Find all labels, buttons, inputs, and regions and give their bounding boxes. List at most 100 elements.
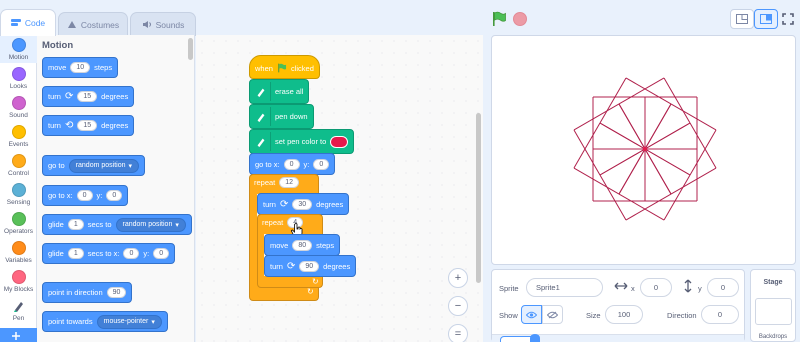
size-input[interactable]: 100 xyxy=(605,305,643,324)
pen-stroke-12 xyxy=(644,148,691,176)
sprite-dot xyxy=(643,147,647,151)
block-dropdown[interactable]: random position ▾ xyxy=(115,217,186,232)
block-text: turn xyxy=(263,199,276,209)
delete-sprite-button[interactable] xyxy=(530,334,540,342)
tab-costumes-label: Costumes xyxy=(80,19,120,30)
palette-turn-right-block[interactable]: turn ⟳ 15 degrees xyxy=(42,86,135,107)
block-text: erase all xyxy=(275,87,304,96)
category-variables[interactable]: Variables xyxy=(0,238,37,266)
block-dropdown[interactable]: mouse-pointer ▾ xyxy=(96,314,162,329)
fullscreen-button[interactable] xyxy=(778,9,798,29)
category-motion[interactable]: Motion xyxy=(0,35,37,63)
block-input[interactable]: 90 xyxy=(299,260,320,272)
palette-move-block[interactable]: move 10 steps xyxy=(42,57,119,78)
small-stage-button[interactable] xyxy=(730,9,754,29)
pen-down-block[interactable]: pen down xyxy=(249,104,314,129)
zoom-in-icon: + xyxy=(454,272,462,284)
category-control[interactable]: Control xyxy=(0,151,37,179)
when-flag-clicked-block[interactable]: when clicked xyxy=(249,55,320,79)
stop-button[interactable] xyxy=(512,11,528,27)
block-input[interactable]: 12 xyxy=(279,177,300,188)
block-input[interactable]: 10 xyxy=(70,62,91,73)
control-category-icon xyxy=(11,154,26,168)
block-text: move xyxy=(48,63,67,72)
sprite-name-input[interactable]: Sprite1 xyxy=(526,278,603,297)
move-block[interactable]: move 80 steps xyxy=(264,234,341,256)
zoom-reset-button[interactable]: = xyxy=(448,324,468,342)
block-text: secs to xyxy=(87,220,112,229)
block-text: go to xyxy=(48,161,65,170)
direction-input[interactable]: 0 xyxy=(701,305,739,324)
green-flag-button[interactable] xyxy=(491,11,507,27)
pen-stroke-18 xyxy=(599,174,627,221)
turn-block[interactable]: turn ⟳ 90 degrees xyxy=(264,255,357,277)
block-input[interactable]: 30 xyxy=(292,198,313,210)
pen-stroke-6 xyxy=(670,167,717,195)
script-area[interactable]: when clicked erase all pen down set pen … xyxy=(196,35,483,342)
pen-stroke-24 xyxy=(618,148,646,195)
show-hidden-button[interactable] xyxy=(542,305,563,324)
dropdown-arrow-icon: ▾ xyxy=(151,318,155,326)
category-sensing[interactable]: Sensing xyxy=(0,180,37,208)
category-sound[interactable]: Sound xyxy=(0,93,37,121)
palette-glide-block[interactable]: glide 1 secs to random position ▾ xyxy=(42,214,192,235)
palette-goto-xy-block[interactable]: go to x: 0 y: 0 xyxy=(42,185,129,206)
category-looks[interactable]: Looks xyxy=(0,64,37,92)
palette-point-towards-block[interactable]: point towards mouse-pointer ▾ xyxy=(42,311,168,332)
large-stage-icon xyxy=(760,14,772,24)
large-stage-button[interactable] xyxy=(754,9,778,29)
palette-point-direction-block[interactable]: point in direction 90 xyxy=(42,282,133,303)
tab-costumes[interactable]: Costumes xyxy=(58,12,128,36)
block-input[interactable]: 0 xyxy=(153,248,170,259)
block-input[interactable]: 15 xyxy=(77,120,98,131)
sprite-info-panel: Sprite Sprite1 x 0 y 0 Show Size 100 Dir… xyxy=(491,269,745,342)
block-input[interactable]: 0 xyxy=(106,190,123,201)
block-input[interactable]: 0 xyxy=(76,190,93,201)
script-scrollbar[interactable] xyxy=(476,113,481,283)
dropdown-arrow-icon: ▾ xyxy=(128,162,133,170)
pen-stroke-37 xyxy=(599,77,627,124)
block-input[interactable]: 15 xyxy=(77,91,98,102)
block-input[interactable]: 0 xyxy=(313,158,330,170)
category-operators[interactable]: Operators xyxy=(0,209,37,237)
category-label: Events xyxy=(8,141,29,148)
pen-stroke-43 xyxy=(644,122,691,150)
block-input[interactable]: 1 xyxy=(67,219,84,230)
add-extension-button[interactable] xyxy=(0,328,37,342)
zoom-out-button[interactable]: − xyxy=(448,296,468,316)
palette-glide-xy-block[interactable]: glide 1 secs to x: 0 y: 0 xyxy=(42,243,176,264)
category-events[interactable]: Events xyxy=(0,122,37,150)
show-visible-button[interactable] xyxy=(521,305,542,324)
block-input[interactable]: 0 xyxy=(283,158,300,170)
my-blocks-category-icon xyxy=(11,270,26,284)
block-dropdown[interactable]: random position ▾ xyxy=(68,158,140,173)
palette-scrollbar[interactable] xyxy=(188,38,193,60)
goto-xy-block[interactable]: go to x: 0 y: 0 xyxy=(249,153,336,175)
block-input[interactable]: 1 xyxy=(67,248,84,259)
block-text: degrees xyxy=(316,199,344,209)
pen-stroke-39 xyxy=(644,103,672,150)
stop-icon xyxy=(513,12,527,26)
y-arrows-icon xyxy=(683,279,693,295)
category-my-blocks[interactable]: My Blocks xyxy=(0,267,37,295)
erase-all-block[interactable]: erase all xyxy=(249,79,310,104)
stage-canvas[interactable] xyxy=(491,35,796,265)
block-input[interactable]: 80 xyxy=(292,239,313,251)
turn-block[interactable]: turn ⟳ 30 degrees xyxy=(257,193,350,215)
palette-turn-left-block[interactable]: turn ⟲ 15 degrees xyxy=(42,115,135,136)
pen-color-swatch[interactable] xyxy=(330,135,349,148)
sensing-category-icon xyxy=(11,183,26,197)
zoom-in-button[interactable]: + xyxy=(448,268,468,288)
stage-target-panel[interactable]: Stage Backdrops xyxy=(750,269,796,342)
tab-sounds[interactable]: Sounds xyxy=(130,12,196,36)
y-input[interactable]: 0 xyxy=(707,278,739,297)
set-pen-color-block[interactable]: set pen color to xyxy=(249,129,355,154)
pen-stroke-16 xyxy=(644,148,672,195)
block-input[interactable]: 0 xyxy=(123,248,140,259)
palette-goto-block[interactable]: go to random position ▾ xyxy=(42,155,146,176)
block-input[interactable]: 90 xyxy=(106,287,127,298)
x-input[interactable]: 0 xyxy=(640,278,672,297)
tab-code[interactable]: Code xyxy=(0,9,56,36)
category-pen[interactable]: Pen xyxy=(0,296,37,326)
backdrop-thumbnail[interactable] xyxy=(755,298,792,325)
